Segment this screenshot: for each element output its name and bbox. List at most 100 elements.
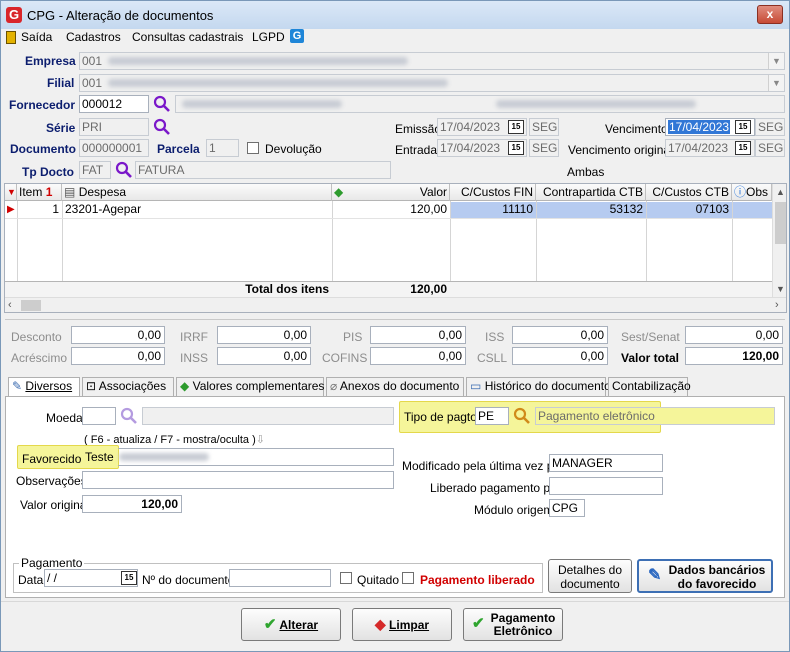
pagamento-eletronico-button[interactable]: ✔ Pagamento Eletrônico [463,608,563,641]
tab-anexos[interactable]: ⌀ Anexos do documento [326,377,464,396]
tipo-pagto-desc-field: Pagamento eletrônico [535,407,775,425]
vencimento-original-day-field: SEG [755,139,785,157]
serie-label: Série [46,121,76,135]
valor-original-label: Valor original [20,498,90,512]
calendar-icon[interactable]: 15 [735,120,751,134]
scroll-down-icon[interactable]: ▼ [776,284,785,294]
col-obs[interactable]: ⓘObs [732,184,772,201]
ambas-label: Ambas [567,165,605,179]
calendar-icon[interactable]: 15 [121,571,137,585]
col-valor[interactable]: ◆ Valor [332,184,450,201]
empresa-label: Empresa [25,54,76,68]
dados-bancarios-button[interactable]: ✎ Dados bancários do favorecido [637,559,773,593]
devolucao-checkbox[interactable] [247,142,259,154]
search-icon[interactable] [513,407,531,425]
pagamento-group-label: Pagamento [19,556,85,570]
search-icon[interactable] [153,95,171,113]
tab-valores-complementares[interactable]: ◆ Valores complementares [176,377,324,396]
tab-historico[interactable]: ▭ Histórico do documento [466,377,611,396]
items-grid[interactable]: ▼ Item 1 ▤ Despesa ◆ Valor C/Custos FIN C… [4,183,787,313]
divider [1,601,789,602]
quitado-checkbox[interactable] [340,572,352,584]
table-row[interactable]: ▶ 1 23201-Agepar 120,00 11110 53132 0710… [5,202,772,218]
valor-original-input[interactable]: 120,00 [82,495,182,513]
tab-associacoes[interactable]: ⊡ Associações [82,377,174,396]
alterar-button[interactable]: ✔ Alterar [241,608,341,641]
scroll-up-icon[interactable]: ▲ [776,187,785,197]
limpar-button[interactable]: ◆ Limpar [352,608,452,641]
senat-input[interactable]: 0,00 [685,326,783,344]
csll-label: CSLL [477,351,508,365]
tab-diversos[interactable]: ✎ Diversos [8,377,80,397]
horizontal-scrollbar[interactable]: ‹ › [5,297,786,312]
inss-input[interactable]: 0,00 [217,347,311,365]
chevron-down-icon[interactable]: ▼ [768,53,784,69]
menu-cadastros[interactable]: Cadastros [66,30,121,44]
pencil-icon: ✎ [648,567,662,584]
acrescimo-input[interactable]: 0,00 [71,347,165,365]
grid-line [646,201,647,281]
filial-code: 001 [82,76,103,90]
devolucao-label: Devolução [265,142,322,156]
menu-consultas-cadastrais[interactable]: Consultas cadastrais [132,30,243,44]
emissao-day-field: SEG [529,118,559,136]
empresa-select[interactable]: 001 ▼ [79,52,785,70]
col-ccustos-fin[interactable]: C/Custos FIN [450,184,536,201]
ndoc-input[interactable] [229,569,331,587]
grid-header: ▼ Item 1 ▤ Despesa ◆ Valor C/Custos FIN C… [5,184,786,201]
scroll-thumb[interactable] [21,300,41,311]
close-button[interactable]: x [757,5,783,24]
search-icon[interactable] [153,118,171,136]
col-ccustos-ctb[interactable]: C/Custos CTB [646,184,732,201]
csll-input[interactable]: 0,00 [512,347,608,365]
observacoes-input[interactable] [82,471,394,489]
iss-input[interactable]: 0,00 [512,326,608,344]
menu-bar: Saída Cadastros Consultas cadastrais LGP… [1,29,789,47]
fornecedor-name-field [175,95,785,113]
iss-label: ISS [485,330,505,344]
fornecedor-address-blurred [496,100,696,108]
col-item[interactable]: Item 1 [17,184,62,201]
tpdocto-code-input[interactable]: FAT [79,161,111,179]
favorecido-input-border [118,448,394,466]
moeda-input[interactable] [82,407,116,425]
vencimento-date-selected: 17/04/2023 [668,120,731,134]
pagamento-liberado-checkbox[interactable] [402,572,414,584]
grid-line [450,201,451,281]
detalhes-documento-button[interactable]: Detalhes do documento [548,559,632,593]
parcela-input[interactable]: 1 [206,139,239,157]
tipo-pagto-code-input[interactable]: PE [475,407,509,425]
search-icon[interactable] [120,407,138,425]
scroll-thumb[interactable] [775,202,786,244]
cofins-input[interactable]: 0,00 [370,347,466,365]
filial-select[interactable]: 001 ▼ [79,74,785,92]
calendar-icon[interactable]: 15 [508,120,524,134]
cell-item: 1 [52,202,59,216]
menu-saida[interactable]: Saída [21,30,52,44]
chevron-down-icon[interactable]: ▼ [768,75,784,91]
menu-lgpd[interactable]: LGPD [252,30,285,44]
calendar-icon[interactable]: 15 [508,141,524,155]
entrada-day-field: SEG [529,139,559,157]
cofins-label: COFINS [322,351,368,365]
scroll-left-icon[interactable]: ‹ [8,299,12,311]
total-value: 120,00 [410,282,447,296]
calendar-icon[interactable]: 15 [735,141,751,155]
fornecedor-code-input[interactable]: 000012 [79,95,149,113]
favorecido-label: Favorecido [22,452,82,466]
help-icon[interactable]: G [290,29,304,43]
col-despesa[interactable]: ▤ Despesa [62,184,332,201]
col-contrapartida[interactable]: Contrapartida CTB [536,184,646,201]
irrf-input[interactable]: 0,00 [217,326,311,344]
tab-contabilizacao[interactable]: Contabilização [608,377,691,396]
scroll-right-icon[interactable]: › [775,299,779,311]
desconto-input[interactable]: 0,00 [71,326,165,344]
modificado-field: MANAGER [549,454,663,472]
vertical-scrollbar[interactable]: ▲ ▼ [772,184,786,297]
entrada-label: Entrada [395,143,438,157]
serie-input[interactable]: PRI [79,118,149,136]
documento-input[interactable]: 000000001 [79,139,149,157]
pis-input[interactable]: 0,00 [370,326,466,344]
search-icon[interactable] [115,161,133,179]
senat-label: Sest/Senat [621,330,680,344]
